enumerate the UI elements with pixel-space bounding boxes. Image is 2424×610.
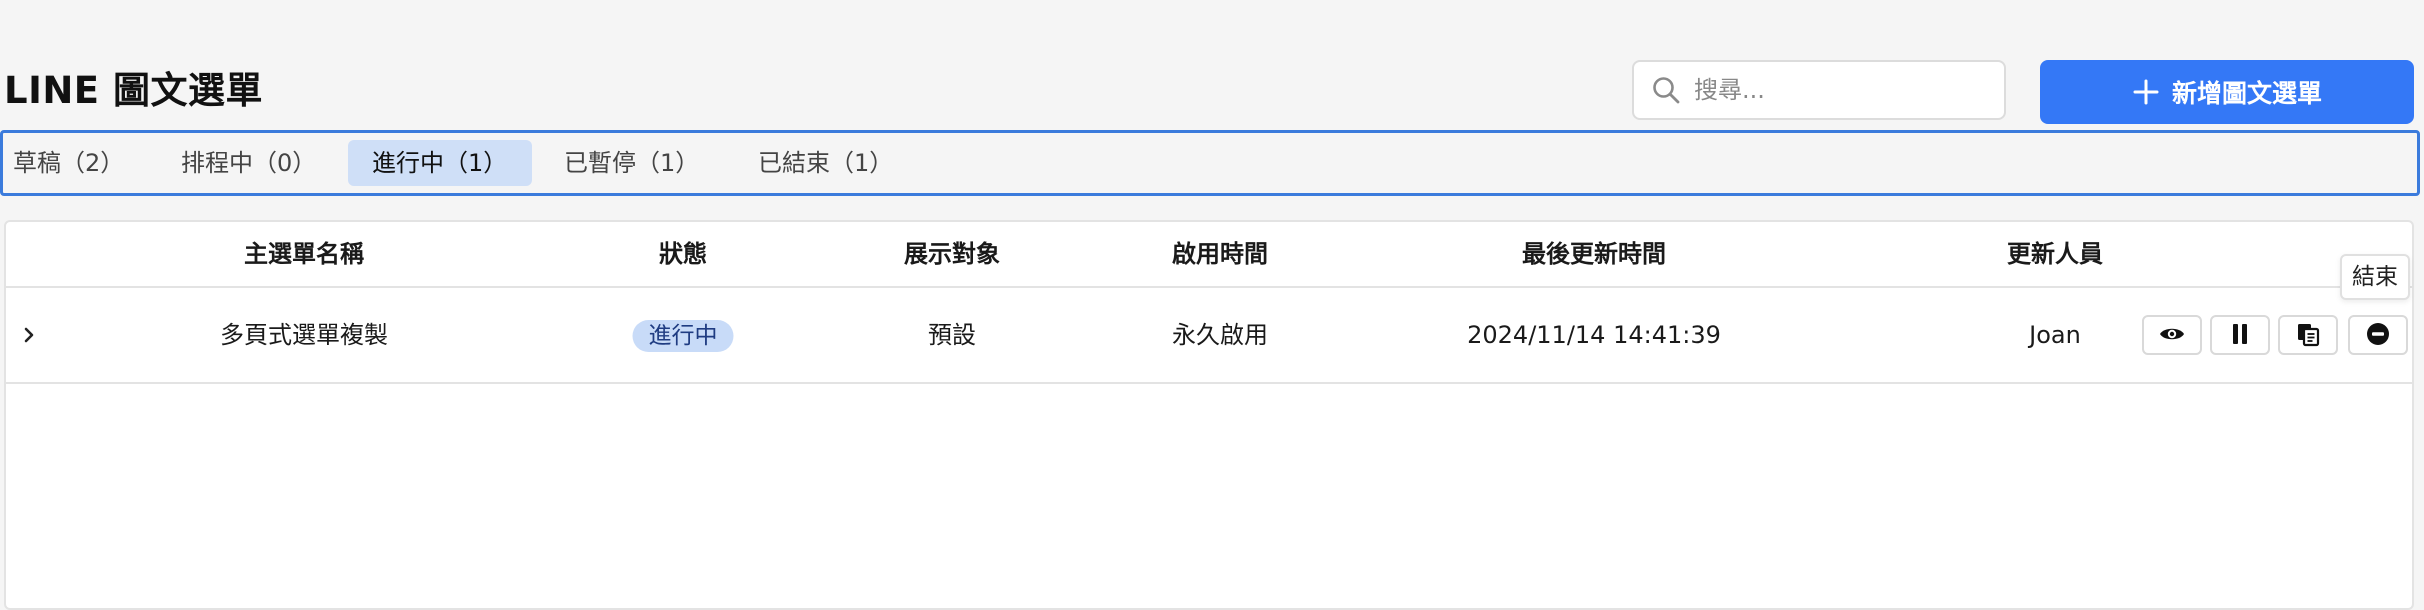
tab-draft[interactable]: 草稿（2） (3, 140, 163, 186)
minus-circle-icon (2365, 321, 2391, 350)
pause-icon (2230, 322, 2250, 349)
add-button-label: 新增圖文選單 (2171, 79, 2322, 108)
row-audience: 預設 (928, 321, 976, 349)
row-divider (6, 382, 2412, 384)
end-button[interactable] (2348, 315, 2408, 355)
eye-icon (2158, 324, 2186, 347)
column-header-status[interactable]: 狀態 (659, 222, 707, 286)
status-tabs: 草稿（2） 排程中（0） 進行中（1） 已暫停（1） 已結束（1） (0, 130, 2420, 196)
column-header-name[interactable]: 主選單名稱 (244, 222, 364, 286)
row-enable-time: 永久啟用 (1172, 321, 1268, 349)
page-title: LINE 圖文選單 (4, 69, 263, 112)
column-header-updated-by[interactable]: 更新人員 (2007, 222, 2103, 286)
row-updated-by: Joan (2029, 321, 2081, 349)
column-header-enable-time[interactable]: 啟用時間 (1172, 222, 1268, 286)
row-menu-name: 多頁式選單複製 (220, 321, 388, 349)
plus-icon (2132, 78, 2160, 106)
search-box[interactable] (1632, 60, 2006, 120)
status-badge: 進行中 (632, 320, 734, 352)
column-header-last-updated[interactable]: 最後更新時間 (1522, 222, 1666, 286)
view-button[interactable] (2142, 315, 2202, 355)
row-last-updated: 2024/11/14 14:41:39 (1467, 321, 1721, 349)
pause-button[interactable] (2210, 315, 2270, 355)
column-header-audience[interactable]: 展示對象 (904, 222, 1000, 286)
copy-icon (2295, 321, 2321, 350)
add-rich-menu-button[interactable]: 新增圖文選單 (2040, 60, 2414, 124)
chevron-right-icon[interactable] (18, 322, 40, 348)
tab-active[interactable]: 進行中（1） (348, 140, 532, 186)
rich-menu-table: 主選單名稱 狀態 展示對象 啟用時間 最後更新時間 更新人員 多頁式選單複製 進… (4, 220, 2414, 610)
tab-scheduled[interactable]: 排程中（0） (171, 140, 341, 186)
copy-button[interactable] (2278, 315, 2338, 355)
end-tooltip: 結束 (2340, 254, 2410, 300)
search-input[interactable] (1694, 76, 1994, 104)
search-icon (1648, 72, 1684, 108)
row-status-cell: 進行中 (632, 288, 734, 382)
tab-paused[interactable]: 已暫停（1） (554, 140, 734, 186)
tab-ended[interactable]: 已結束（1） (748, 140, 928, 186)
